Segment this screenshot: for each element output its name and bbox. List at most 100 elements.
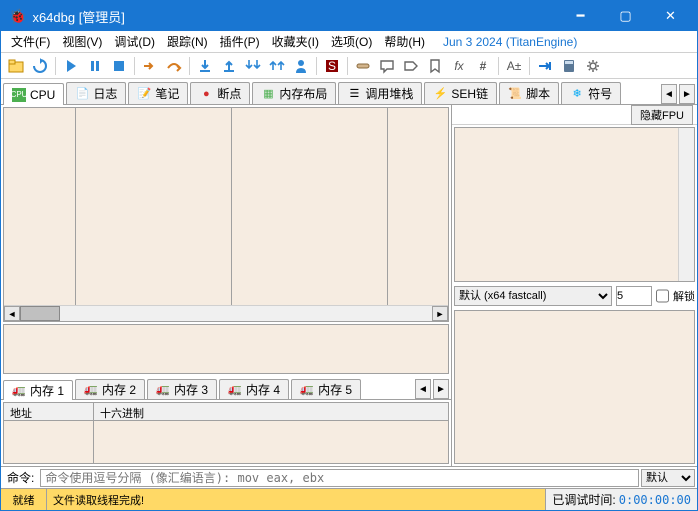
tab-symbols[interactable]: ❄符号 <box>561 82 621 104</box>
maximize-button[interactable]: ▢ <box>603 1 648 31</box>
step-in-button[interactable] <box>194 55 216 77</box>
workarea: ◄ ► 🚛内存 1 🚛内存 2 🚛内存 3 🚛内存 4 🚛内存 5 ◄ ► 地址… <box>1 105 697 466</box>
tab-script[interactable]: 📜脚本 <box>499 82 559 104</box>
run-button[interactable] <box>60 55 82 77</box>
menu-trace[interactable]: 跟踪(N) <box>161 31 214 52</box>
goto-button[interactable] <box>534 55 556 77</box>
font-button[interactable]: A± <box>503 55 525 77</box>
mem-hex-col <box>94 421 448 463</box>
menubar: 文件(F) 视图(V) 调试(D) 跟踪(N) 插件(P) 收藏夹(I) 选项(… <box>1 31 697 53</box>
memhdr-addr[interactable]: 地址 <box>4 403 94 420</box>
memory-view[interactable]: 地址 十六进制 <box>3 402 449 464</box>
disassembly-view[interactable]: ◄ ► <box>3 107 449 322</box>
labels-button[interactable] <box>400 55 422 77</box>
step-into-arrow-button[interactable] <box>139 55 161 77</box>
command-bar: 命令: 默认 <box>1 466 697 488</box>
memory-header: 地址 十六进制 <box>4 403 448 421</box>
separator-icon <box>134 57 135 75</box>
scroll-left-icon[interactable]: ◄ <box>4 306 20 321</box>
watch-view[interactable] <box>3 324 449 374</box>
pause-button[interactable] <box>84 55 106 77</box>
memtab-scroll-left[interactable]: ◄ <box>415 379 431 399</box>
functions-button[interactable]: fx <box>448 55 470 77</box>
separator-icon <box>55 57 56 75</box>
menu-options[interactable]: 选项(O) <box>325 31 378 52</box>
status-ready: 就绪 <box>1 489 47 510</box>
seh-icon: ⚡ <box>433 87 447 101</box>
script-icon: 📜 <box>508 87 522 101</box>
open-file-button[interactable] <box>5 55 27 77</box>
memory-body[interactable] <box>4 421 448 463</box>
memtab-1[interactable]: 🚛内存 1 <box>3 380 73 400</box>
run-to-user-button[interactable] <box>290 55 312 77</box>
memhdr-hex[interactable]: 十六进制 <box>94 403 448 420</box>
app-icon: 🐞 <box>9 8 26 25</box>
disasm-mnemonic-col <box>232 108 388 305</box>
restart-button[interactable] <box>29 55 51 77</box>
hide-fpu-button[interactable]: 隐藏FPU <box>631 105 693 125</box>
command-input[interactable] <box>40 469 639 487</box>
step-over-arrow-button[interactable] <box>163 55 185 77</box>
tab-scroll-right[interactable]: ► <box>679 84 695 104</box>
scroll-right-icon[interactable]: ► <box>432 306 448 321</box>
command-mode-select[interactable]: 默认 <box>641 469 695 487</box>
tab-scroll-left[interactable]: ◄ <box>661 84 677 104</box>
tab-breakpoints[interactable]: ●断点 <box>190 82 250 104</box>
registers-view[interactable] <box>454 127 695 282</box>
menu-help[interactable]: 帮助(H) <box>378 31 431 52</box>
disasm-gutter <box>4 108 76 305</box>
separator-icon <box>498 57 499 75</box>
memtab-2[interactable]: 🚛内存 2 <box>75 379 145 399</box>
registers-vscrollbar[interactable] <box>678 128 694 281</box>
status-time-value: 0:00:00:00 <box>619 493 691 507</box>
stack-view[interactable] <box>454 310 695 465</box>
menu-file[interactable]: 文件(F) <box>5 31 56 52</box>
callconv-select[interactable]: 默认 (x64 fastcall) <box>454 286 612 306</box>
status-time: 已调试时间: 0:00:00:00 <box>546 489 697 510</box>
unlock-checkbox[interactable] <box>656 286 669 306</box>
tab-log[interactable]: 📄日志 <box>66 82 126 104</box>
disasm-hscrollbar[interactable]: ◄ ► <box>4 305 448 321</box>
window-title: x64dbg [管理员] <box>32 7 558 26</box>
trace-into-button[interactable] <box>242 55 264 77</box>
step-out-button[interactable] <box>218 55 240 77</box>
scroll-track[interactable] <box>60 306 432 321</box>
comments-button[interactable] <box>376 55 398 77</box>
trace-over-button[interactable] <box>266 55 288 77</box>
scroll-thumb[interactable] <box>20 306 60 321</box>
settings-button[interactable] <box>582 55 604 77</box>
command-label: 命令: <box>1 469 40 486</box>
tab-seh[interactable]: ⚡SEH链 <box>424 82 497 104</box>
left-column: ◄ ► 🚛内存 1 🚛内存 2 🚛内存 3 🚛内存 4 🚛内存 5 ◄ ► 地址… <box>1 105 452 466</box>
variables-button[interactable]: # <box>472 55 494 77</box>
dump-icon: 🚛 <box>84 383 98 397</box>
tab-notes[interactable]: 📝笔记 <box>128 82 188 104</box>
minimize-button[interactable]: ━ <box>558 1 603 31</box>
stop-button[interactable] <box>108 55 130 77</box>
menu-view[interactable]: 视图(V) <box>56 31 108 52</box>
dump-icon: 🚛 <box>300 383 314 397</box>
dump-icon: 🚛 <box>228 383 242 397</box>
font-icon: A± <box>507 59 522 73</box>
menu-plugins[interactable]: 插件(P) <box>214 31 266 52</box>
memory-tabstrip: 🚛内存 1 🚛内存 2 🚛内存 3 🚛内存 4 🚛内存 5 ◄ ► <box>1 376 451 400</box>
tab-callstack[interactable]: ☰调用堆栈 <box>338 82 422 104</box>
statusbar: 就绪 文件读取线程完成! 已调试时间: 0:00:00:00 <box>1 488 697 510</box>
bookmarks-button[interactable] <box>424 55 446 77</box>
patches-button[interactable] <box>352 55 374 77</box>
callstack-icon: ☰ <box>347 87 361 101</box>
menu-fav[interactable]: 收藏夹(I) <box>266 31 325 52</box>
separator-icon <box>316 57 317 75</box>
tab-cpu[interactable]: CPUCPU <box>3 83 64 105</box>
close-button[interactable]: ✕ <box>648 1 693 31</box>
memtab-3[interactable]: 🚛内存 3 <box>147 379 217 399</box>
memtab-4[interactable]: 🚛内存 4 <box>219 379 289 399</box>
fpu-bar: 隐藏FPU <box>452 105 697 125</box>
scylla-button[interactable]: S <box>321 55 343 77</box>
arg-count-input[interactable] <box>616 286 652 306</box>
tab-memmap[interactable]: ▦内存布局 <box>252 82 336 104</box>
calc-button[interactable] <box>558 55 580 77</box>
menu-debug[interactable]: 调试(D) <box>108 31 161 52</box>
memtab-5[interactable]: 🚛内存 5 <box>291 379 361 399</box>
memtab-scroll-right[interactable]: ► <box>433 379 449 399</box>
